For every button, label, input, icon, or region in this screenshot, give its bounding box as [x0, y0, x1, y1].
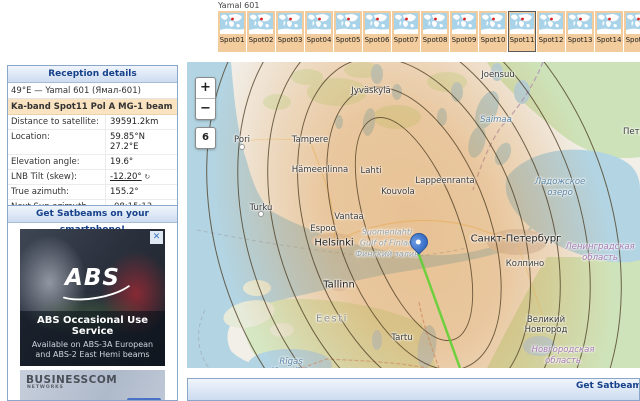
row-label: True azimuth: — [8, 185, 106, 199]
bottom-panel-header: Get Satbeams on — [188, 379, 639, 394]
spot-label: Spot06 — [365, 36, 390, 44]
businesscom-logo-sub: NETWORKS — [27, 385, 64, 390]
world-map-thumbnail-icon — [510, 13, 534, 34]
world-map-thumbnail-icon — [423, 13, 447, 34]
spot-thumbnail-cell[interactable]: Spot10 — [479, 11, 507, 52]
map-canvas[interactable]: + − 6 PoriTampereHämeenlinnaJyväskyläLah… — [187, 62, 640, 368]
spot-label: Spot11 — [510, 36, 535, 44]
spot-label: Spot09 — [452, 36, 477, 44]
table-row: LNB Tilt (skew): -12.20° ↻ — [8, 170, 177, 185]
spot-thumbnail-cell[interactable]: Spot09 — [450, 11, 478, 52]
spot-thumbnail-cell[interactable]: Spot03 — [276, 11, 304, 52]
world-map-thumbnail-icon — [336, 13, 360, 34]
smartphone-promo-panel: Get Satbeams on your smartphone! ABS ✕ A… — [7, 205, 178, 401]
zoom-level-button[interactable]: 6 — [195, 127, 216, 149]
rotate-icon: ↻ — [144, 173, 150, 181]
world-map-thumbnail-icon — [626, 13, 640, 34]
spot-label: Spot04 — [307, 36, 332, 44]
table-row: Location: 59.85°N 27.2°E — [8, 130, 177, 155]
world-map-thumbnail-icon — [568, 13, 592, 34]
zoom-out-button[interactable]: − — [196, 99, 215, 119]
spot-label: Spot10 — [481, 36, 506, 44]
row-label: LNB Tilt (skew): — [8, 170, 106, 184]
spot-strip: Spot01 Spot02 — [218, 11, 640, 52]
spot-label: Spot14 — [597, 36, 622, 44]
world-map-thumbnail-icon — [249, 13, 273, 34]
spot-label: Spot03 — [278, 36, 303, 44]
spot-thumbnail-cell[interactable]: Spot08 — [421, 11, 449, 52]
spot-thumbnail-cell[interactable]: Spot04 — [305, 11, 333, 52]
spot-label: Spot08 — [423, 36, 448, 44]
spot-thumbnail-cell[interactable]: Spot12 — [537, 11, 565, 52]
world-map-thumbnail-icon — [365, 13, 389, 34]
satellite-position-line: 49°E — Yamal 601 (Ямал-601) — [8, 83, 177, 99]
table-row: Distance to satellite: 39591.2km — [8, 115, 177, 130]
spot-label: Spot12 — [539, 36, 564, 44]
reception-panel-header: Reception details — [8, 66, 177, 83]
azimuth-line-layer — [187, 62, 640, 368]
world-map-thumbnail-icon — [481, 13, 505, 34]
spot-thumbnail-cell[interactable]: Spot07 — [392, 11, 420, 52]
world-map-thumbnail-icon — [597, 13, 621, 34]
spot-label: Spot02 — [249, 36, 274, 44]
spot-thumbnail-cell[interactable]: Spot06 — [363, 11, 391, 52]
table-row: True azimuth: 155.2° — [8, 185, 177, 200]
row-label: Elevation angle: — [8, 155, 106, 169]
spot-label: Spot01 — [220, 36, 245, 44]
abs-advertisement[interactable]: ABS ✕ ABS Occasional Use Service Availab… — [20, 229, 165, 366]
ad-caption: ABS Occasional Use Service Available on … — [20, 311, 165, 366]
spot-thumbnail-cell[interactable]: Spot15 — [624, 11, 640, 52]
spot-thumbnail-cell[interactable]: Spot11 — [508, 11, 536, 52]
spot-thumbnail-cell[interactable]: Spot13 — [566, 11, 594, 52]
world-map-thumbnail-icon — [394, 13, 418, 34]
spot-thumbnail-cell[interactable]: Spot14 — [595, 11, 623, 52]
ad-title: ABS Occasional Use Service — [22, 315, 163, 337]
row-label: Distance to satellite: — [8, 115, 106, 129]
spot-label: Spot15 — [626, 36, 640, 44]
row-value: 59.85°N 27.2°E — [106, 130, 177, 154]
promo-panel-header: Get Satbeams on your smartphone! — [8, 206, 177, 223]
spot-thumbnail-cell[interactable]: Spot05 — [334, 11, 362, 52]
spot-label: Spot07 — [394, 36, 419, 44]
world-map-thumbnail-icon — [220, 13, 244, 34]
ad-subtitle: Available on ABS-3A European — [22, 340, 163, 350]
spot-thumbnail-cell[interactable]: Spot02 — [247, 11, 275, 52]
table-row: Elevation angle: 19.6° — [8, 155, 177, 170]
spot-label: Spot13 — [568, 36, 593, 44]
abs-logo: ABS — [20, 265, 165, 291]
beam-name-line: Ka-band Spot11 Pol A MG-1 beam — [8, 99, 177, 115]
row-value: 39591.2km — [106, 115, 177, 129]
row-value: 19.6° — [106, 155, 177, 169]
world-map-thumbnail-icon — [539, 13, 563, 34]
close-icon[interactable]: ✕ — [150, 231, 163, 244]
satellite-name: Yamal 601 — [218, 1, 259, 10]
ad-subtitle: and ABS-2 East Hemi beams — [22, 350, 163, 360]
bottom-panel: Get Satbeams on — [187, 378, 640, 401]
lnb-tilt-link[interactable]: -12.20° — [110, 172, 142, 182]
spot-label: Spot05 — [336, 36, 361, 44]
row-label: Location: — [8, 130, 106, 154]
world-map-thumbnail-icon — [278, 13, 302, 34]
world-map-thumbnail-icon — [452, 13, 476, 34]
zoom-in-button[interactable]: + — [196, 78, 215, 99]
businesscom-advertisement[interactable]: BUSINESSCOM NETWORKS Custom SATCOM — [20, 370, 165, 401]
spot-thumbnail-cell[interactable]: Spot01 — [218, 11, 246, 52]
row-value: 155.2° — [106, 185, 177, 199]
map-zoom-control: + − — [195, 77, 216, 120]
row-value: -12.20° ↻ — [106, 170, 177, 184]
world-map-thumbnail-icon — [307, 13, 331, 34]
